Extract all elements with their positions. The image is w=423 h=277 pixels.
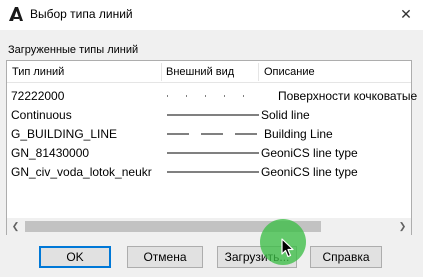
linetype-name: 72222000 xyxy=(11,89,65,103)
linetype-list[interactable]: Тип линий Внешний вид Описание 72222000 … xyxy=(6,60,417,235)
autocad-a-icon xyxy=(9,7,23,21)
linetype-description: Solid line xyxy=(261,108,310,122)
close-icon: ✕ xyxy=(400,5,412,22)
linetype-name: GN_civ_voda_lotok_neukr xyxy=(11,165,152,179)
linetype-description: Building Line xyxy=(264,127,333,141)
chevron-left-icon: ❮ xyxy=(11,221,20,231)
linetype-preview xyxy=(167,152,259,154)
help-button[interactable]: Справка xyxy=(310,246,382,268)
column-header-appearance[interactable]: Внешний вид xyxy=(166,66,234,78)
linetype-preview xyxy=(167,171,259,173)
column-divider[interactable] xyxy=(161,63,162,81)
mouse-pointer-icon xyxy=(281,238,294,258)
list-item[interactable]: G_BUILDING_LINE Building Line xyxy=(7,124,411,143)
loaded-linetypes-label: Загруженные типы линий xyxy=(8,44,139,56)
list-header: Тип линий Внешний вид Описание xyxy=(7,61,411,83)
cancel-button[interactable]: Отмена xyxy=(127,246,203,268)
scroll-left-button[interactable]: ❮ xyxy=(7,218,24,235)
list-item[interactable]: GN_81430000 GeoniCS line type xyxy=(7,143,411,162)
linetype-name: GN_81430000 xyxy=(11,146,90,160)
list-item[interactable]: GN_civ_voda_lotok_neukr GeoniCS line typ… xyxy=(7,162,411,181)
linetype-description: GeoniCS line type xyxy=(261,146,358,160)
linetype-description: GeoniCS line type xyxy=(261,165,358,179)
linetype-preview xyxy=(167,133,259,135)
list-item[interactable]: Continuous Solid line xyxy=(7,105,411,124)
horizontal-scrollbar[interactable]: ❮ ❯ xyxy=(7,218,411,235)
scroll-right-button[interactable]: ❯ xyxy=(394,218,411,235)
window-title: Выбор типа линий xyxy=(30,7,133,21)
close-button[interactable]: ✕ xyxy=(396,4,416,24)
column-header-linetype[interactable]: Тип линий xyxy=(12,66,64,78)
linetype-preview xyxy=(167,114,259,116)
linetype-name: Continuous xyxy=(11,108,72,122)
ok-button[interactable]: OK xyxy=(39,246,111,268)
linetype-name: G_BUILDING_LINE xyxy=(11,127,118,141)
chevron-right-icon: ❯ xyxy=(398,221,407,231)
title-bar: Выбор типа линий ✕ xyxy=(0,0,423,30)
column-divider[interactable] xyxy=(258,63,259,81)
column-header-description[interactable]: Описание xyxy=(264,66,315,78)
linetype-description: Поверхности кочковатые xyxy=(278,89,418,103)
linetype-preview xyxy=(167,95,259,97)
list-item[interactable]: 72222000 Поверхности кочковатые xyxy=(7,86,417,105)
